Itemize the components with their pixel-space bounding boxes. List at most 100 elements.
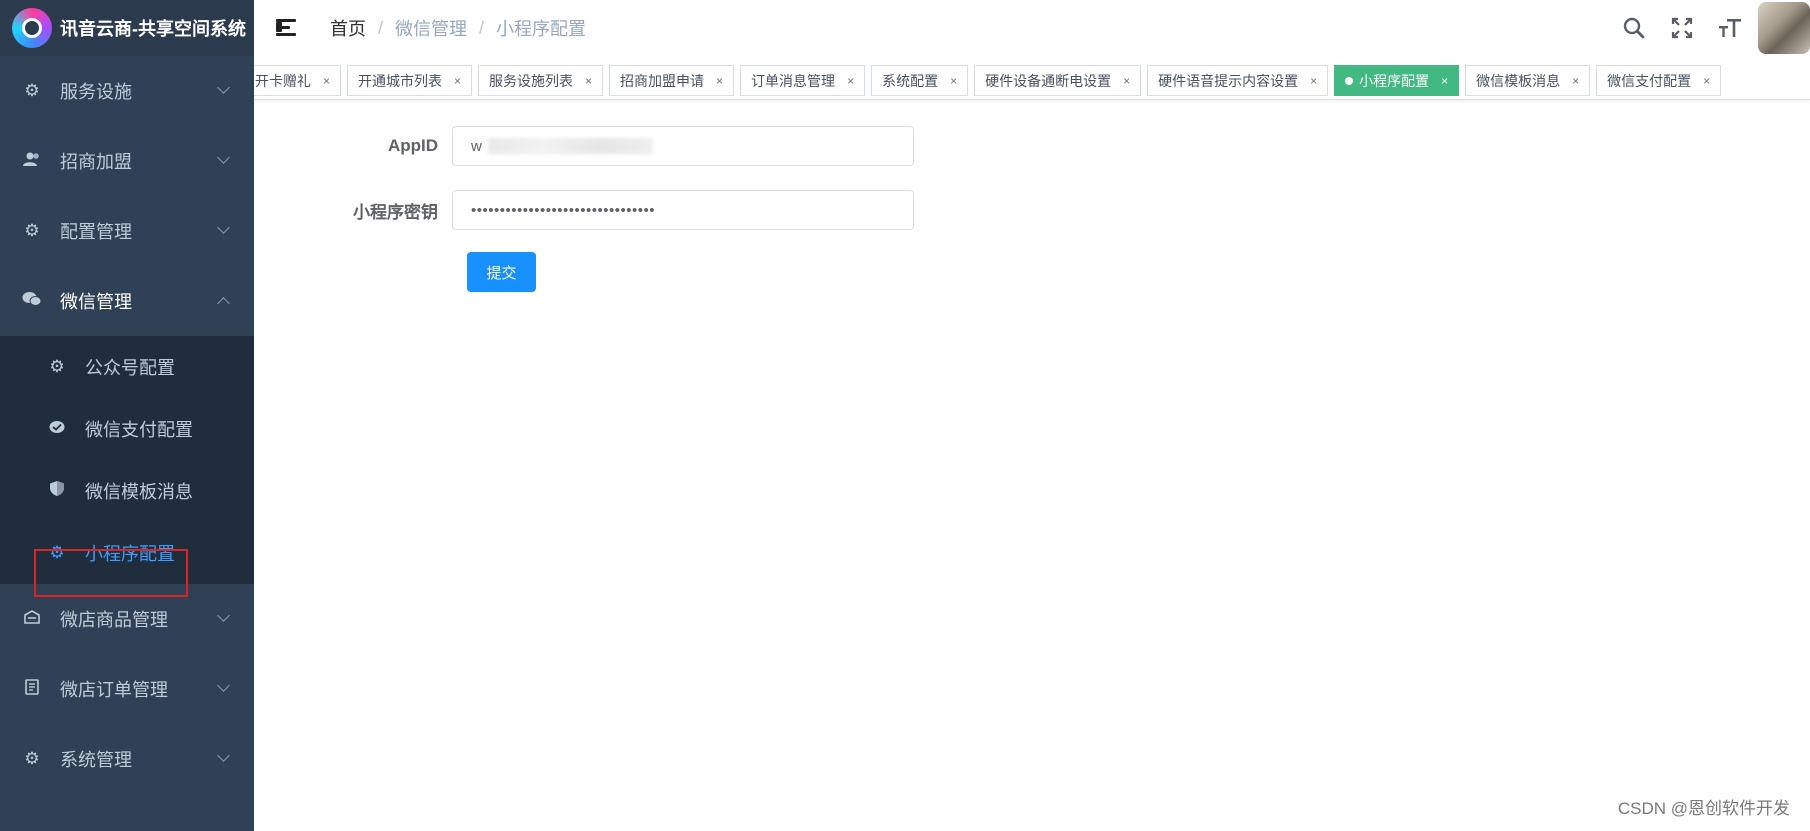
tag-item[interactable]: 订单消息管理 × (740, 65, 866, 96)
submenu-label: 微信支付配置 (85, 420, 193, 440)
search-icon[interactable] (1610, 0, 1658, 56)
menu-label: 服务设施 (60, 82, 132, 102)
close-icon[interactable]: × (454, 74, 461, 88)
wechat-submenu: ⚙ 公众号配置 微信支付配置 微信模板消息 ⚙ 小程序配置 (0, 336, 254, 584)
chevron-down-icon (217, 151, 230, 164)
tag-item[interactable]: 硬件设备通断电设置 × (974, 65, 1142, 96)
breadcrumb-item-current: 小程序配置 (496, 19, 587, 39)
secret-value: •••••••••••••••••••••••••••••••• (471, 201, 656, 219)
tag-label: 开卡赠礼 (255, 72, 311, 89)
tags-view: 开卡赠礼 × 开通城市列表 × 服务设施列表 × 招商加盟申请 × 订单消息管理 × 系统配置 × 硬件… (254, 62, 1810, 100)
order-icon (22, 678, 42, 700)
watermark: CSDN @恩创软件开发 (1617, 799, 1790, 818)
submit-button[interactable]: 提交 (467, 252, 536, 292)
menu-item-service-facilities[interactable]: ⚙ 服务设施 (0, 56, 254, 126)
close-icon[interactable]: × (323, 74, 330, 88)
submenu-label: 公众号配置 (85, 358, 175, 378)
appid-input[interactable]: w (452, 126, 914, 166)
tag-item[interactable]: 小程序配置 × (1334, 65, 1460, 96)
submenu-item-wechat-template-messages[interactable]: 微信模板消息 (0, 460, 254, 522)
tag-label: 硬件设备通断电设置 (985, 72, 1112, 89)
close-icon[interactable]: × (847, 74, 854, 88)
close-icon[interactable]: × (1123, 74, 1130, 88)
tag-item[interactable]: 微信模板消息 × (1465, 65, 1591, 96)
appid-value: w (471, 137, 482, 155)
chevron-down-icon (217, 679, 230, 692)
avatar[interactable] (1758, 2, 1810, 54)
tag-item[interactable]: 硬件语音提示内容设置 × (1147, 65, 1329, 96)
breadcrumb: 首页 / 微信管理 / 小程序配置 (330, 15, 586, 41)
wechat-icon (22, 291, 42, 312)
logo[interactable]: 讯音云商-共享空间系统 (0, 0, 254, 56)
tag-label: 硬件语音提示内容设置 (1158, 72, 1299, 89)
chevron-down-icon (217, 221, 230, 234)
close-icon[interactable]: × (950, 74, 957, 88)
breadcrumb-item-home[interactable]: 首页 (330, 15, 366, 41)
shield-icon (47, 480, 67, 502)
menu-item-shop-orders[interactable]: 微店订单管理 (0, 654, 254, 724)
appid-label: AppID (387, 136, 438, 155)
tag-label: 服务设施列表 (489, 72, 574, 89)
menu-label: 配置管理 (60, 222, 132, 242)
blurred-redaction (487, 138, 653, 154)
close-icon[interactable]: × (585, 74, 592, 88)
submenu-item-official-account-config[interactable]: ⚙ 公众号配置 (0, 336, 254, 398)
breadcrumb-separator: / (378, 17, 384, 38)
close-icon[interactable]: × (716, 74, 723, 88)
wechat-pay-icon (47, 419, 67, 439)
gear-icon: ⚙ (24, 221, 40, 240)
breadcrumb-separator: / (479, 17, 485, 38)
gear-icon: ⚙ (24, 81, 40, 100)
tag-item[interactable]: 服务设施列表 × (478, 65, 604, 96)
tag-item[interactable]: 微信支付配置 × (1596, 65, 1722, 96)
secret-input[interactable]: •••••••••••••••••••••••••••••••• (452, 190, 914, 230)
app-title: 讯音云商-共享空间系统 (60, 19, 246, 39)
tag-item[interactable]: 招商加盟申请 × (609, 65, 735, 96)
secret-label: 小程序密钥 (353, 202, 438, 222)
gear-icon: ⚙ (49, 357, 65, 376)
tag-label: 开通城市列表 (358, 72, 443, 89)
menu-label: 微信管理 (60, 292, 132, 312)
close-icon[interactable]: × (1441, 74, 1448, 88)
close-icon[interactable]: × (1572, 74, 1579, 88)
gear-icon: ⚙ (24, 749, 40, 768)
close-icon[interactable]: × (1310, 74, 1317, 88)
logo-icon (12, 8, 52, 48)
sidebar: 讯音云商-共享空间系统 ⚙ 服务设施 招商加盟 ⚙ 配置管理 微信管理 ⚙ 公众… (0, 0, 254, 831)
form-row-secret: 小程序密钥 •••••••••••••••••••••••••••••••• (254, 190, 914, 230)
tag-label: 微信支付配置 (1607, 72, 1692, 89)
breadcrumb-item-wechat-management: 微信管理 (395, 19, 468, 39)
fullscreen-icon[interactable] (1658, 0, 1706, 56)
tag-item[interactable]: 开通城市列表 × (347, 65, 473, 96)
font-size-icon[interactable] (1706, 0, 1754, 56)
tag-item[interactable]: 系统配置 × (871, 65, 969, 96)
gear-icon: ⚙ (49, 543, 65, 562)
chevron-down-icon (217, 749, 230, 762)
menu-item-system-management[interactable]: ⚙ 系统管理 (0, 724, 254, 794)
navbar: 首页 / 微信管理 / 小程序配置 (254, 0, 1810, 56)
users-icon (22, 151, 42, 172)
submenu-label: 微信模板消息 (85, 482, 193, 502)
menu-item-wechat-management[interactable]: 微信管理 (0, 266, 254, 336)
tag-label: 系统配置 (882, 72, 939, 89)
menu-item-config-management[interactable]: ⚙ 配置管理 (0, 196, 254, 266)
sidebar-toggle-icon[interactable] (276, 18, 300, 38)
submenu-item-miniprogram-config[interactable]: ⚙ 小程序配置 (0, 522, 254, 584)
navbar-actions (1610, 0, 1810, 56)
chevron-down-icon (217, 609, 230, 622)
tag-item[interactable]: 开卡赠礼 × (254, 65, 342, 96)
close-icon[interactable]: × (1703, 74, 1710, 88)
miniprogram-config-form: AppID w 小程序密钥 ••••••••••••••••••••••••••… (254, 100, 1810, 831)
submenu-item-wechat-pay-config[interactable]: 微信支付配置 (0, 398, 254, 460)
submenu-label: 小程序配置 (85, 544, 175, 564)
tag-label: 小程序配置 (1359, 72, 1430, 89)
menu-item-franchise[interactable]: 招商加盟 (0, 126, 254, 196)
tag-label: 订单消息管理 (751, 72, 836, 89)
menu-label: 系统管理 (60, 750, 132, 770)
menu-item-shop-products[interactable]: 微店商品管理 (0, 584, 254, 654)
form-row-appid: AppID w (254, 126, 914, 166)
menu-label: 微店商品管理 (60, 610, 168, 630)
chevron-down-icon (217, 81, 230, 94)
tags-list: 开卡赠礼 × 开通城市列表 × 服务设施列表 × 招商加盟申请 × 订单消息管理 × 系统配置 × 硬件… (254, 65, 1727, 96)
chevron-up-icon (217, 297, 230, 310)
